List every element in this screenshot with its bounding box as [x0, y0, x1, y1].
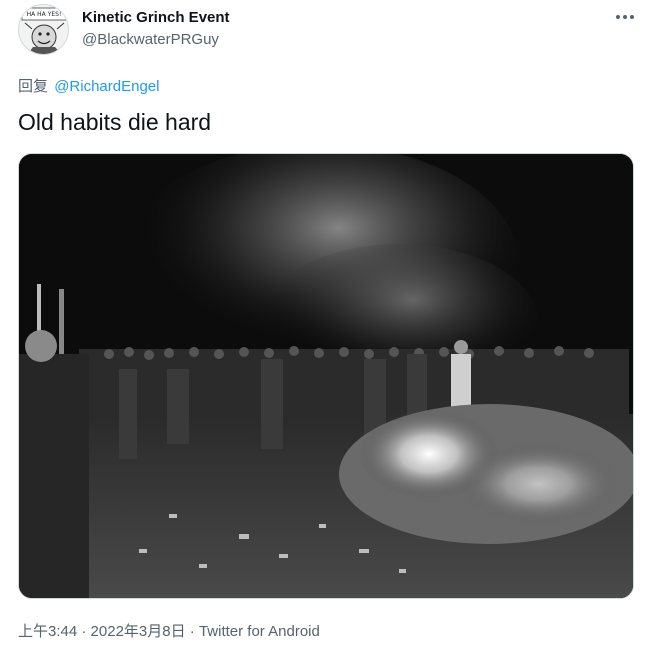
tweet-text: Old habits die hard — [18, 109, 212, 135]
author-handle[interactable]: @BlackwaterPRGuy — [82, 31, 219, 48]
reply-mention-link[interactable]: @RichardEngel — [54, 78, 159, 95]
meta-separator: · — [81, 623, 87, 640]
meta-separator: · — [189, 623, 195, 640]
avatar[interactable]: HA HA YES! — [18, 4, 69, 55]
svg-text:HA HA YES!: HA HA YES! — [27, 11, 62, 18]
photo-book-burning — [19, 154, 633, 598]
author-display-name[interactable]: Kinetic Grinch Event — [82, 9, 230, 26]
tweet-source[interactable]: Twitter for Android — [199, 623, 320, 640]
reply-context: 回复 @RichardEngel — [18, 75, 159, 96]
more-dots-icon — [616, 15, 634, 19]
tweet-photo[interactable] — [18, 153, 634, 599]
tweet-date[interactable]: 2022年3月8日 — [91, 623, 186, 640]
cartoon-avatar-icon: HA HA YES! — [19, 5, 68, 54]
more-options-button[interactable] — [610, 6, 640, 28]
tweet: HA HA YES! Kinetic Grinch Event @Blackwa… — [0, 0, 655, 646]
tweet-metadata: 上午3:44 · 2022年3月8日 · Twitter for Android — [18, 620, 320, 641]
tweet-time[interactable]: 上午3:44 — [18, 623, 77, 640]
reply-prefix: 回复 — [18, 78, 49, 95]
